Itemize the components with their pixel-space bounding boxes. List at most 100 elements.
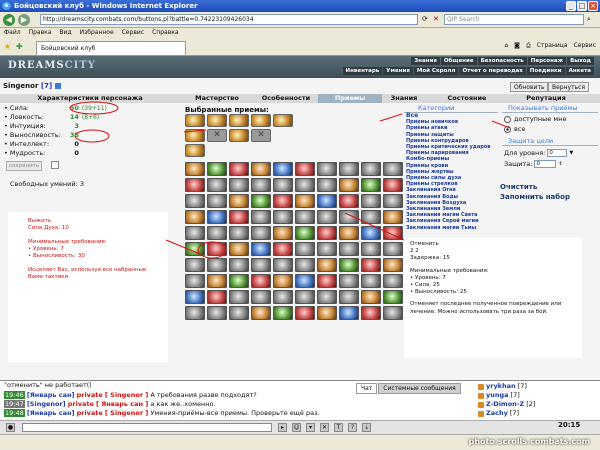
menu-character[interactable]: Персонаж xyxy=(527,57,567,65)
priem-icon[interactable] xyxy=(273,242,293,256)
refresh-icon[interactable]: ⟳ xyxy=(422,15,428,23)
home-icon[interactable]: ⌂ xyxy=(504,42,508,50)
priem-icon[interactable] xyxy=(361,274,381,288)
priem-icon[interactable] xyxy=(383,306,403,320)
show-available-option[interactable]: доступные мне xyxy=(504,115,598,123)
priem-icon[interactable] xyxy=(317,194,337,208)
help-icon[interactable]: ? xyxy=(348,423,357,432)
tab-features[interactable]: Особенности xyxy=(254,94,318,103)
translit-icon[interactable]: T xyxy=(334,423,343,432)
priem-icon[interactable] xyxy=(251,306,271,320)
priem-icon[interactable] xyxy=(383,242,403,256)
clear-link[interactable]: Очистить xyxy=(500,182,570,192)
priem-icon[interactable] xyxy=(383,162,403,176)
priem-icon[interactable] xyxy=(185,258,205,272)
priem-icon[interactable] xyxy=(295,306,315,320)
page-menu[interactable]: Страница xyxy=(537,42,568,50)
feeds-icon[interactable]: ◙ xyxy=(514,42,520,50)
priem-icon[interactable] xyxy=(185,290,205,304)
priem-icon[interactable] xyxy=(383,274,403,288)
empty-slot-icon[interactable]: ✕ xyxy=(207,129,227,142)
priem-icon[interactable] xyxy=(207,178,227,192)
priem-icon[interactable] xyxy=(185,242,205,256)
priem-icon[interactable] xyxy=(339,274,359,288)
priem-icon[interactable] xyxy=(229,178,249,192)
priem-icon[interactable] xyxy=(383,226,403,240)
send-icon[interactable]: ▸ xyxy=(278,423,287,432)
priem-icon[interactable] xyxy=(317,226,337,240)
stop-icon[interactable]: ✕ xyxy=(433,15,439,23)
priem-icon[interactable] xyxy=(339,258,359,272)
priem-icon[interactable] xyxy=(273,290,293,304)
priem-icon[interactable] xyxy=(251,290,271,304)
print-icon[interactable]: ⎙ xyxy=(526,42,531,50)
priem-icon[interactable] xyxy=(361,226,381,240)
maximize-button[interactable]: □ xyxy=(577,1,587,11)
priem-icon[interactable] xyxy=(251,258,271,272)
priem-icon[interactable] xyxy=(339,194,359,208)
menu-help[interactable]: Справка xyxy=(152,28,178,38)
priem-icon[interactable] xyxy=(185,210,205,224)
priem-icon[interactable] xyxy=(295,226,315,240)
priem-icon[interactable] xyxy=(207,210,227,224)
priem-icon[interactable] xyxy=(295,242,315,256)
priem-icon[interactable] xyxy=(273,226,293,240)
minimize-button[interactable]: _ xyxy=(566,1,576,11)
priem-icon[interactable] xyxy=(251,274,271,288)
user-item[interactable]: yunga [7] xyxy=(478,391,598,400)
priem-icon[interactable] xyxy=(185,226,205,240)
tab-reputation[interactable]: Репутация xyxy=(508,94,584,103)
back-arrow-icon[interactable]: ◀ xyxy=(3,14,15,26)
priem-icon[interactable] xyxy=(273,258,293,272)
priem-icon[interactable] xyxy=(339,162,359,176)
selected-slot[interactable] xyxy=(207,114,227,127)
priem-icon[interactable] xyxy=(251,178,271,192)
priem-icon[interactable] xyxy=(295,274,315,288)
selected-slot[interactable] xyxy=(229,129,249,142)
priem-icon[interactable] xyxy=(229,306,249,320)
priem-icon[interactable] xyxy=(361,290,381,304)
priem-icon[interactable] xyxy=(229,290,249,304)
priem-icon[interactable] xyxy=(383,210,403,224)
priem-icon[interactable] xyxy=(229,162,249,176)
menu-tools[interactable]: Сервис xyxy=(122,28,144,38)
priem-icon[interactable] xyxy=(185,306,205,320)
scroll-lock-icon[interactable]: ⇣ xyxy=(362,423,371,432)
priem-icon[interactable] xyxy=(339,242,359,256)
priem-icon[interactable] xyxy=(229,210,249,224)
priem-icon[interactable] xyxy=(207,242,227,256)
protection-input[interactable]: 0 xyxy=(534,160,557,168)
priem-icon[interactable] xyxy=(273,194,293,208)
menu-edit[interactable]: Правка xyxy=(29,28,52,38)
menu-transfers-report[interactable]: Отчет о переводах xyxy=(459,67,526,75)
tab-state[interactable]: Состояние xyxy=(426,94,508,103)
priem-icon[interactable] xyxy=(317,306,337,320)
user-item[interactable]: Z-Dimon-Z [2] xyxy=(478,400,598,409)
priem-icon[interactable] xyxy=(207,258,227,272)
refresh-button[interactable]: Обновить xyxy=(510,82,549,92)
priem-icon[interactable] xyxy=(229,258,249,272)
menu-knowledge[interactable]: Знания xyxy=(411,57,440,65)
menu-favorites[interactable]: Избранное xyxy=(80,28,114,38)
level-select[interactable]: 0 xyxy=(547,149,568,157)
priem-icon[interactable] xyxy=(185,274,205,288)
save-stats-button[interactable]: сохранить xyxy=(6,161,43,171)
favorites-star-icon[interactable]: ★ xyxy=(4,42,11,51)
priem-icon[interactable] xyxy=(295,178,315,192)
search-icon[interactable]: ⌕ xyxy=(587,15,591,24)
priem-icon[interactable] xyxy=(207,194,227,208)
menu-view[interactable]: Вид xyxy=(59,28,71,38)
search-input[interactable]: QIP Search xyxy=(444,14,584,25)
menu-inventory[interactable]: Инвентарь xyxy=(342,67,383,75)
priem-icon[interactable] xyxy=(295,210,315,224)
priem-icon[interactable] xyxy=(207,274,227,288)
menu-my-scroll[interactable]: Мой Скролл xyxy=(413,67,459,75)
priem-icon[interactable] xyxy=(317,242,337,256)
priem-icon[interactable] xyxy=(185,162,205,176)
user-item[interactable]: yrykhan [7] xyxy=(478,382,598,391)
priem-icon[interactable] xyxy=(251,194,271,208)
priem-icon[interactable] xyxy=(339,290,359,304)
priem-icon[interactable] xyxy=(339,306,359,320)
priem-icon[interactable] xyxy=(383,178,403,192)
clear-chat-icon[interactable]: ✕ xyxy=(320,423,329,432)
